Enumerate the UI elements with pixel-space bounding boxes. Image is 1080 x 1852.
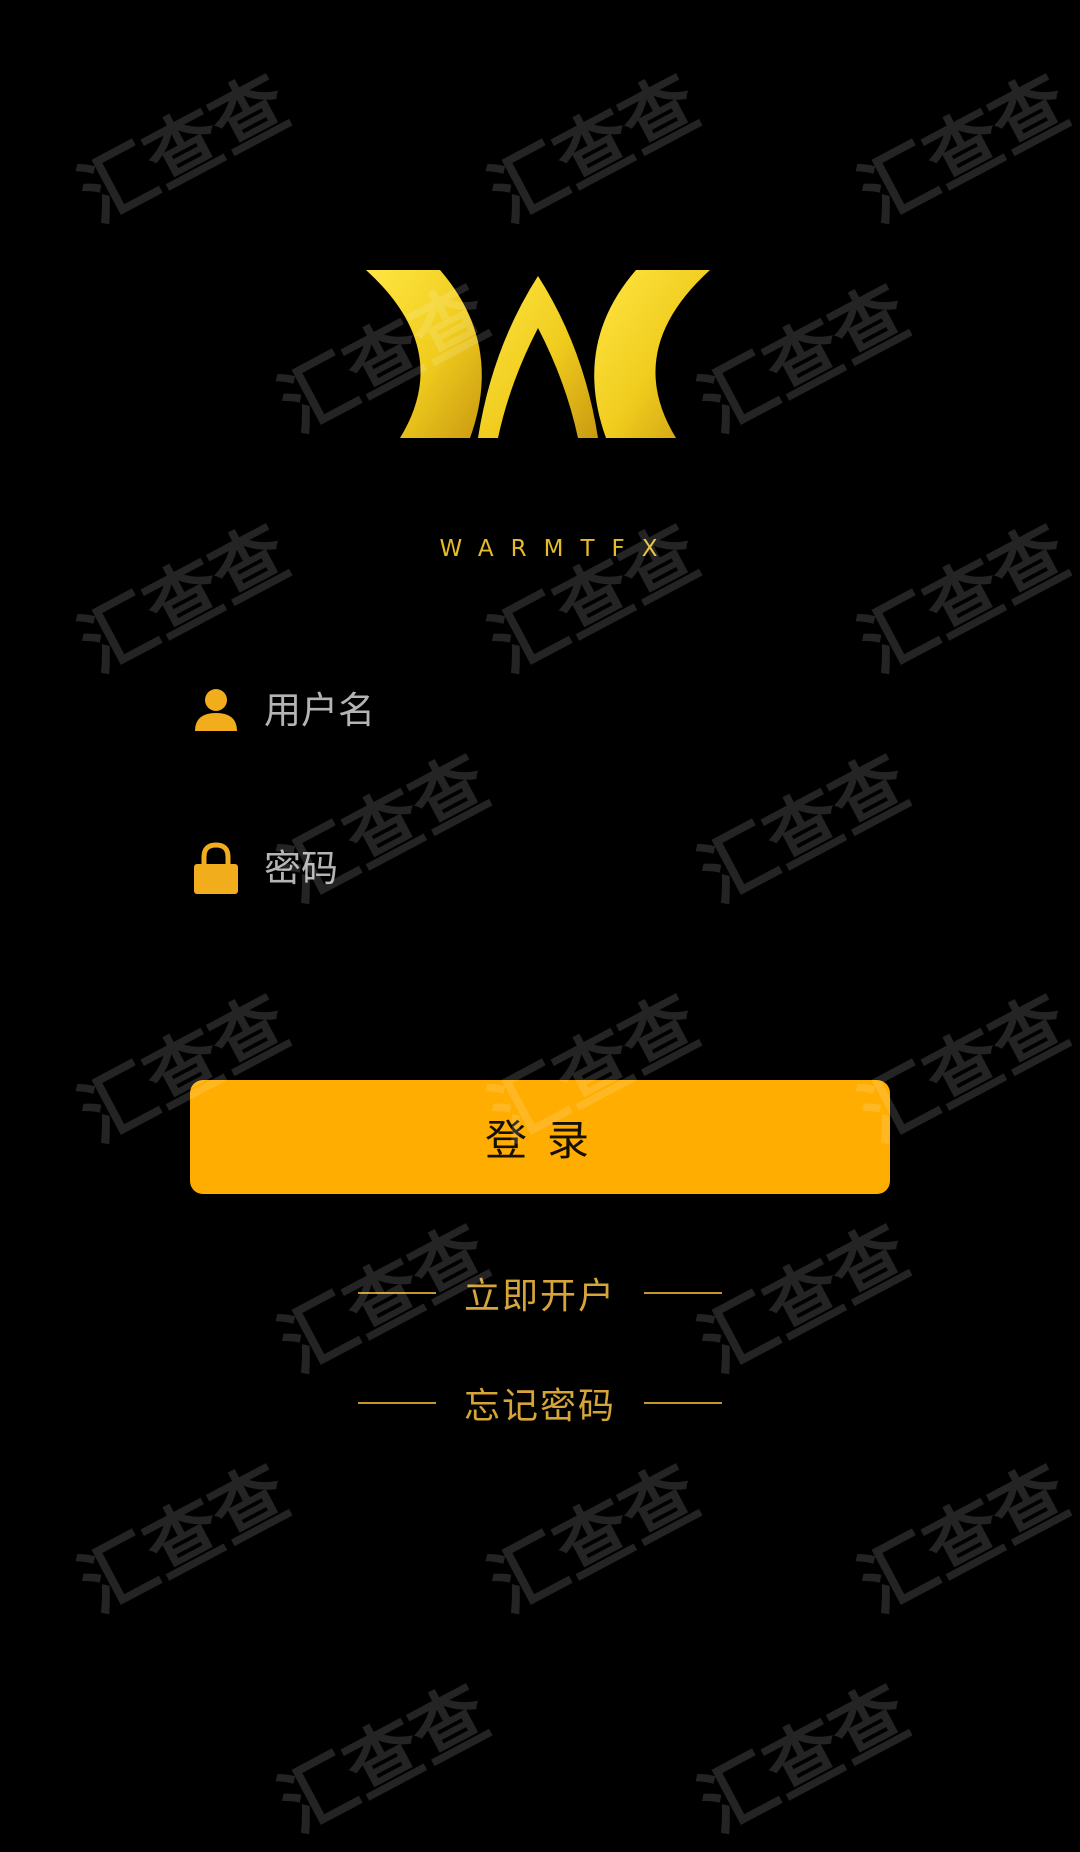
divider-line (644, 1292, 722, 1294)
watermark: 汇查查 (65, 509, 303, 690)
username-input[interactable] (264, 680, 890, 740)
forgot-password-link-row: 忘记密码 (0, 1373, 1080, 1433)
divider-line (644, 1402, 722, 1404)
watermark: 汇查查 (845, 509, 1080, 690)
watermark: 汇查查 (475, 1449, 713, 1630)
divider-line (357, 1402, 436, 1404)
watermark: 汇查查 (685, 1669, 923, 1850)
user-icon (190, 684, 242, 736)
watermark: 汇查查 (475, 509, 713, 690)
watermark: 汇查查 (65, 1449, 303, 1630)
logo-center-peak (478, 276, 598, 438)
watermark: 汇查查 (475, 59, 713, 240)
logo-left-blade (366, 270, 482, 438)
login-screen: WARMTFX 登录 立即开户 忘记密码 汇查查 汇查查 汇查 (0, 0, 1080, 1852)
watermark: 汇查查 (845, 59, 1080, 240)
open-account-link[interactable]: 立即开户 (464, 1267, 616, 1319)
watermark: 汇查查 (845, 1449, 1080, 1630)
watermark: 汇查查 (265, 1669, 503, 1850)
brand-name: WARMTFX (439, 536, 675, 562)
watermark: 汇查查 (685, 269, 923, 450)
login-button[interactable]: 登录 (190, 1080, 890, 1194)
lock-icon (190, 842, 242, 894)
username-field[interactable] (190, 665, 890, 755)
watermark: 汇查查 (65, 59, 303, 240)
open-account-link-row: 立即开户 (0, 1263, 1080, 1323)
logo-right-blade (594, 270, 710, 438)
password-field[interactable] (190, 823, 890, 913)
password-input[interactable] (264, 838, 890, 898)
warmtfx-logo (366, 270, 710, 438)
divider-line (357, 1292, 436, 1294)
forgot-password-link[interactable]: 忘记密码 (464, 1377, 616, 1429)
